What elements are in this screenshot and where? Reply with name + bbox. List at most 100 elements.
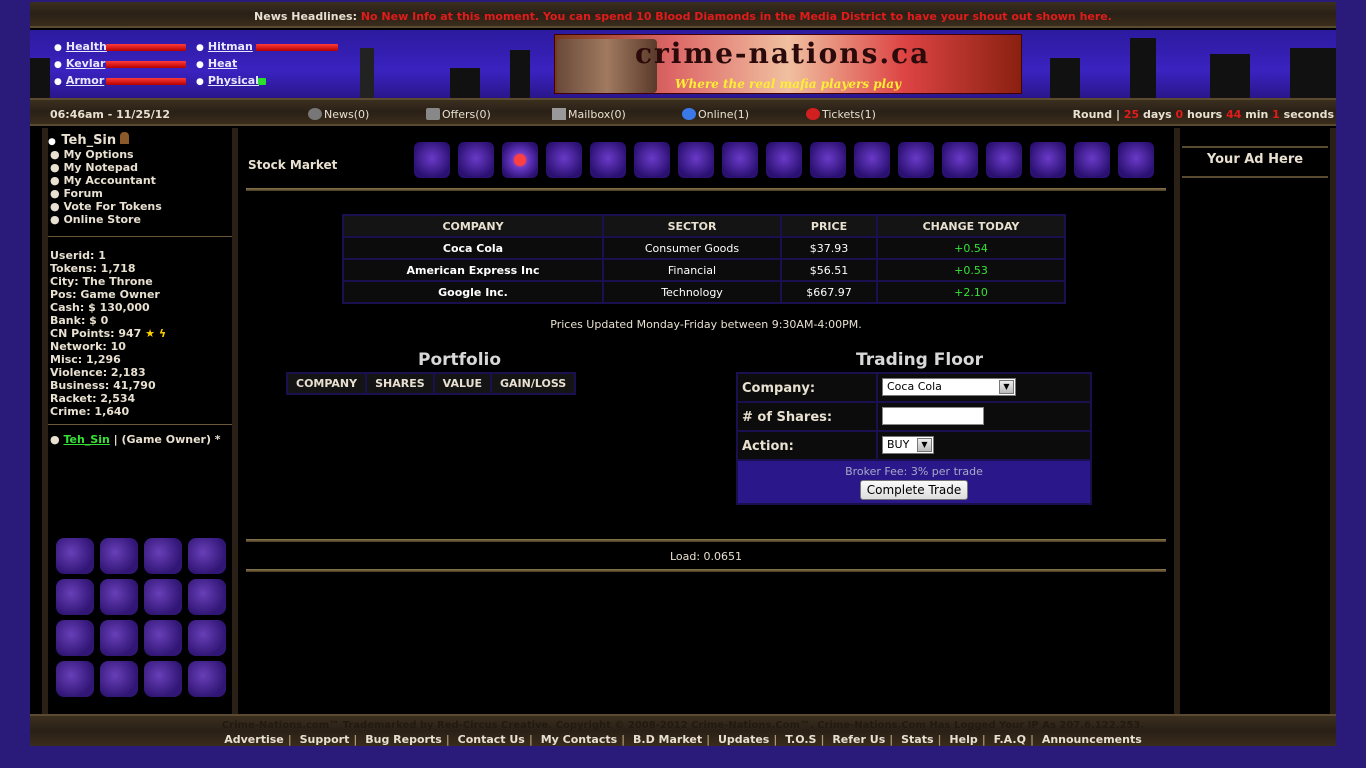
document-icon[interactable] (100, 661, 138, 697)
footer-link-stats[interactable]: Stats (901, 733, 933, 746)
star-list-icon[interactable] (188, 538, 226, 574)
action-select[interactable]: BUY ▼ (882, 436, 934, 454)
hierarchy-icon[interactable] (144, 579, 182, 615)
stat-kevlar[interactable]: ● Kevlar (54, 57, 105, 70)
survey-icon[interactable] (100, 620, 138, 656)
tv-icon[interactable] (634, 142, 670, 178)
tombstone-icon[interactable] (1074, 142, 1110, 178)
online-user-link[interactable]: Teh_Sin (63, 433, 109, 446)
round-hours: 0 (1175, 108, 1184, 121)
tag-icon[interactable] (188, 620, 226, 656)
hospital-icon[interactable] (502, 142, 538, 178)
info-cash: Cash: $ 130,000 (50, 301, 150, 314)
nav-vote-for-tokens[interactable]: ● Vote For Tokens (50, 200, 232, 213)
broker-fee-text: Broker Fee: 3% per trade (845, 465, 983, 478)
stock-price: $667.97 (782, 282, 876, 302)
complete-trade-button[interactable]: Complete Trade (859, 480, 969, 500)
footer-link-my-contacts[interactable]: My Contacts (541, 733, 617, 746)
footer-link-tos[interactable]: T.O.S (785, 733, 816, 746)
survey-icon[interactable] (144, 620, 182, 656)
online-user-role: | (Game Owner) * (113, 433, 221, 446)
wreath-icon[interactable] (56, 661, 94, 697)
profile-icon[interactable] (188, 661, 226, 697)
round-label: Round (1072, 108, 1113, 121)
newspaper-icon[interactable] (590, 142, 626, 178)
building-icon[interactable] (678, 142, 714, 178)
person-icon[interactable] (810, 142, 846, 178)
footer-link-advertise[interactable]: Advertise (224, 733, 283, 746)
portfolio-title: Portfolio (418, 350, 502, 370)
divider (48, 236, 232, 237)
online-link-label: Online(1) (698, 108, 750, 121)
nav-forum[interactable]: ● Forum (50, 187, 232, 200)
tickets-link[interactable]: Tickets(1) (806, 108, 876, 121)
money-bag-icon[interactable] (458, 142, 494, 178)
stock-sector: Consumer Goods (604, 238, 780, 258)
nav-my-options[interactable]: ● My Options (50, 148, 232, 161)
gavel-icon[interactable] (1030, 142, 1066, 178)
trophy-icon[interactable] (56, 538, 94, 574)
bank-icon[interactable] (56, 620, 94, 656)
rifle-icon[interactable] (546, 142, 582, 178)
footer-link-contact-us[interactable]: Contact Us (458, 733, 525, 746)
safe-icon[interactable] (188, 579, 226, 615)
company-select[interactable]: Coca Cola ▼ (882, 378, 1016, 396)
cash-icon[interactable] (766, 142, 802, 178)
mail-icon (552, 108, 566, 120)
chess-piece-icon[interactable] (144, 661, 182, 697)
offers-link[interactable]: Offers(0) (426, 108, 491, 121)
footer-link-updates[interactable]: Updates (718, 733, 769, 746)
pf-col-value: VALUE (434, 374, 491, 393)
footer-link-help[interactable]: Help (949, 733, 977, 746)
stat-physical[interactable]: ● Physical (196, 74, 259, 87)
books-icon[interactable] (56, 579, 94, 615)
username[interactable]: Teh_Sin (61, 133, 116, 148)
handshake-icon[interactable] (100, 579, 138, 615)
book-icon[interactable] (986, 142, 1022, 178)
hitman-link[interactable]: Hitman (208, 40, 253, 53)
stat-heat[interactable]: ● Heat (196, 57, 237, 70)
health-link[interactable]: Health (66, 40, 107, 53)
compass-icon[interactable] (722, 142, 758, 178)
news-link[interactable]: News(0) (308, 108, 369, 121)
col-change: CHANGE TODAY (878, 216, 1064, 236)
armor-link[interactable]: Armor (66, 74, 104, 87)
binoculars-icon[interactable] (854, 142, 890, 178)
footer-link-support[interactable]: Support (300, 733, 350, 746)
footer-link-refer-us[interactable]: Refer Us (832, 733, 885, 746)
site-logo[interactable]: crime-nations.ca Where the real mafia pl… (554, 34, 1022, 94)
news-message: No New Info at this moment. You can spen… (360, 10, 1112, 23)
table-row: Google Inc. Technology $667.97 +2.10 (344, 282, 1064, 302)
ad-title[interactable]: Your Ad Here (1182, 146, 1328, 178)
owl-icon[interactable] (1118, 142, 1154, 178)
globe-user-icon[interactable] (144, 538, 182, 574)
footer-link-faq[interactable]: F.A.Q (994, 733, 1026, 746)
users-icon (682, 108, 696, 120)
mailbox-link[interactable]: Mailbox(0) (552, 108, 626, 121)
skyline-decoration (30, 58, 50, 98)
divider (246, 539, 1166, 542)
skyline-decoration (1050, 58, 1080, 98)
stat-armor[interactable]: ● Armor (54, 74, 104, 87)
footer-link-bd-market[interactable]: B.D Market (633, 733, 702, 746)
market-icon[interactable] (898, 142, 934, 178)
nav-my-notepad[interactable]: ● My Notepad (50, 161, 232, 174)
footer-link-announcements[interactable]: Announcements (1042, 733, 1142, 746)
stat-hitman[interactable]: ● Hitman (196, 40, 253, 53)
nav-online-store[interactable]: ● Online Store (50, 213, 232, 226)
shares-row: # of Shares: (738, 403, 1090, 430)
online-link[interactable]: Online(1) (682, 108, 749, 121)
shares-input[interactable] (882, 407, 984, 425)
footer-link-bug-reports[interactable]: Bug Reports (365, 733, 442, 746)
company-label: Company: (738, 374, 876, 401)
physical-link[interactable]: Physical (208, 74, 259, 87)
table-row: American Express Inc Financial $56.51 +0… (344, 260, 1064, 280)
crowd-icon[interactable] (100, 538, 138, 574)
nav-my-accountant[interactable]: ● My Accountant (50, 174, 232, 187)
divider (246, 188, 1166, 191)
cards-icon[interactable] (942, 142, 978, 178)
heat-link[interactable]: Heat (208, 57, 237, 70)
kevlar-link[interactable]: Kevlar (66, 57, 106, 70)
gun-icon[interactable] (414, 142, 450, 178)
stat-health[interactable]: ● Health (54, 40, 107, 53)
